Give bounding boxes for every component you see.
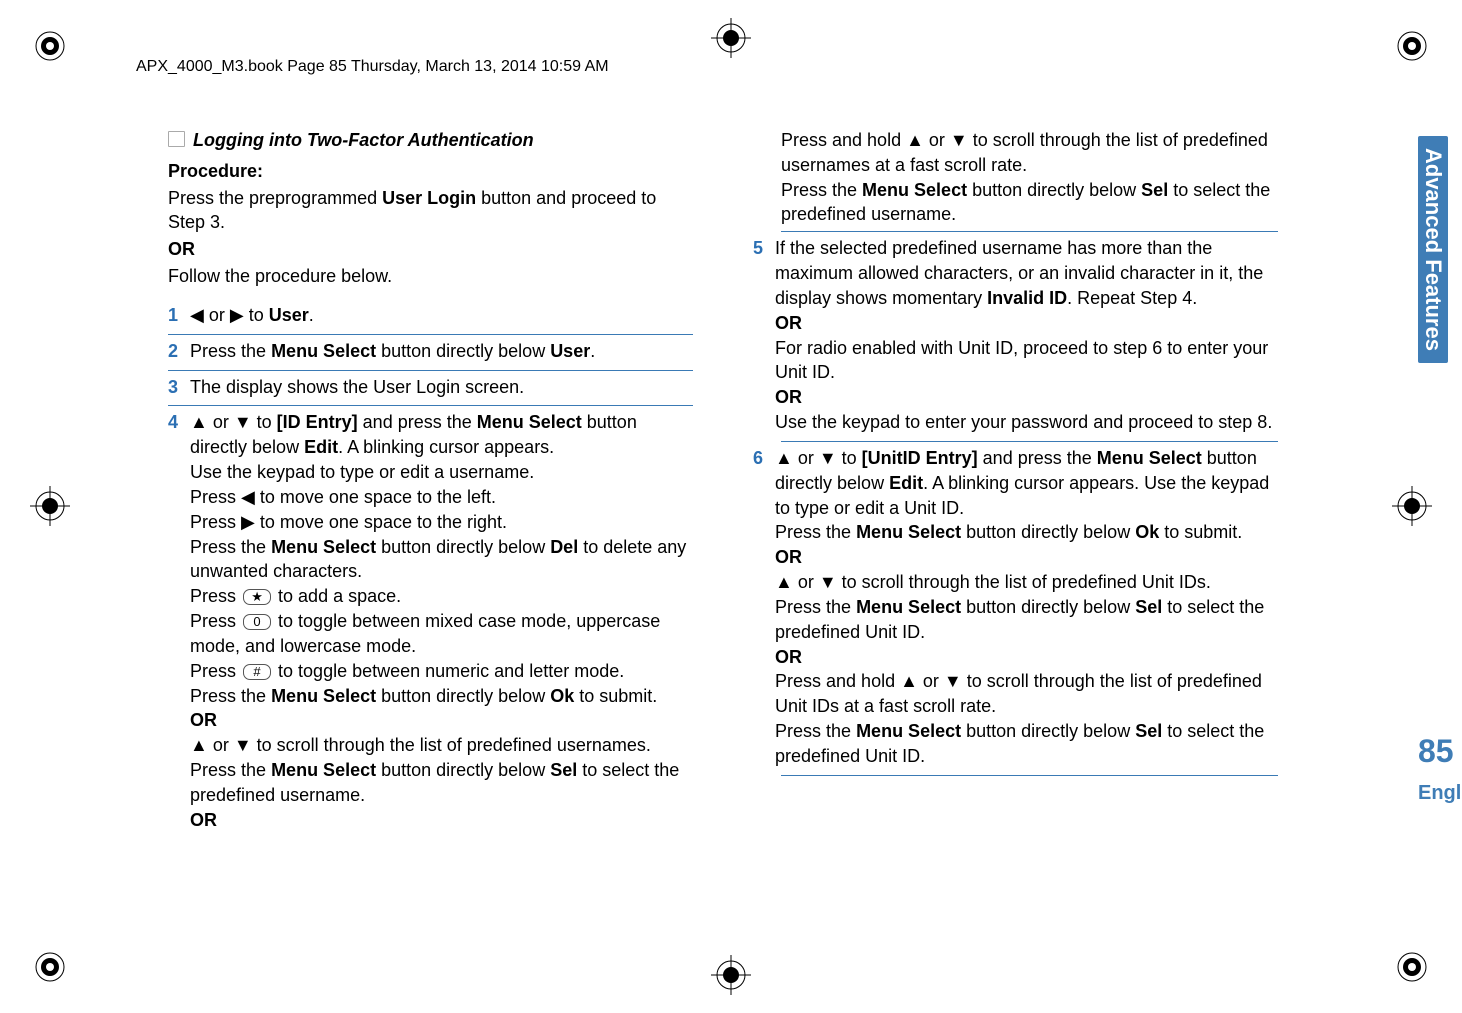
step-rule — [168, 370, 693, 371]
key-hash-icon: # — [243, 664, 271, 680]
registration-mark — [30, 486, 70, 526]
step-rule — [168, 405, 693, 406]
step-number: 4 — [168, 410, 190, 832]
step-rule — [781, 441, 1278, 442]
intro-text: Press the preprogrammed User Login butto… — [168, 186, 693, 236]
section-tab: Advanced Features — [1418, 136, 1448, 363]
step-6: 6 ▲ or ▼ to [UnitID Entry] and press the… — [753, 446, 1278, 771]
key-star-icon: ★ — [243, 589, 271, 605]
step-number: 6 — [753, 446, 775, 769]
left-column: Logging into Two-Factor Authentication P… — [168, 128, 693, 839]
sidebar: Advanced Features 85 English — [1418, 136, 1446, 805]
section-title-text: Logging into Two-Factor Authentication — [193, 130, 534, 150]
right-column: Press and hold ▲ or ▼ to scroll through … — [753, 128, 1278, 839]
crop-mark — [711, 955, 751, 995]
page-header: APX_4000_M3.book Page 85 Thursday, March… — [136, 58, 609, 76]
step-2: 2 Press the Menu Select button directly … — [168, 339, 693, 366]
registration-mark — [1392, 26, 1432, 66]
intro-follow: Follow the procedure below. — [168, 264, 693, 289]
or-label: OR — [168, 237, 693, 262]
step-rule — [781, 775, 1278, 776]
section-heading: Logging into Two-Factor Authentication — [168, 128, 693, 153]
page-number: 85 — [1418, 733, 1446, 770]
registration-mark — [1392, 947, 1432, 987]
step-4-cont2: Press the Menu Select button directly be… — [781, 178, 1278, 228]
procedure-label: Procedure: — [168, 161, 263, 181]
key-zero-icon: 0 — [243, 614, 271, 630]
step-1: 1 ◀ or ▶ to User. — [168, 303, 693, 330]
step-number: 2 — [168, 339, 190, 364]
registration-mark — [30, 26, 70, 66]
step-number: 1 — [168, 303, 190, 328]
step-rule — [781, 231, 1278, 232]
crop-mark — [711, 18, 751, 58]
step-number: 5 — [753, 236, 775, 435]
step-5: 5 If the selected predefined username ha… — [753, 236, 1278, 437]
book-icon — [168, 131, 185, 147]
step-rule — [168, 334, 693, 335]
step-4: 4 ▲ or ▼ to [ID Entry] and press the Men… — [168, 410, 693, 834]
step-number: 3 — [168, 375, 190, 400]
step-4-cont: Press and hold ▲ or ▼ to scroll through … — [781, 128, 1278, 178]
step-3: 3 The display shows the User Login scree… — [168, 375, 693, 402]
language-label: English — [1418, 782, 1446, 805]
registration-mark — [30, 947, 70, 987]
